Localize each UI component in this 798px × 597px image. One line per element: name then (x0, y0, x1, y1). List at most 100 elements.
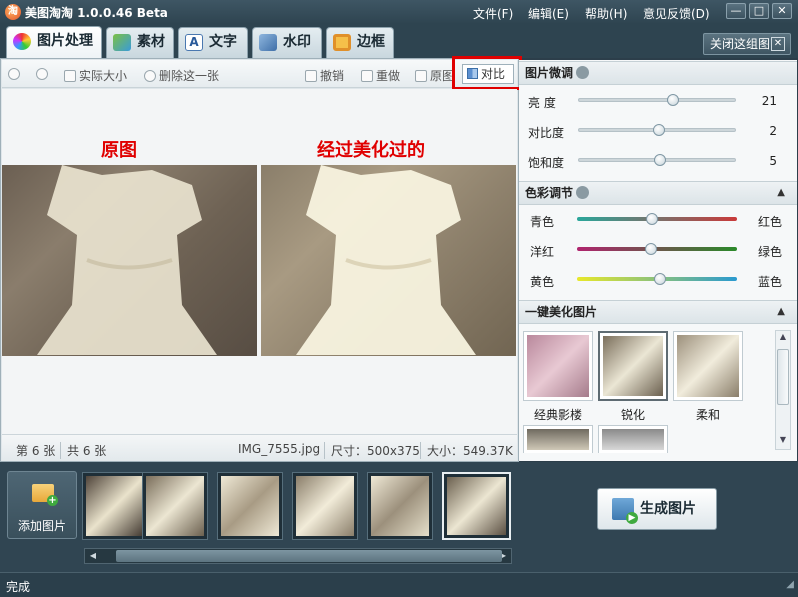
adjust-slider-value: 5 (769, 154, 777, 168)
color-slider-left-label: 青色 (530, 215, 555, 229)
image-index: 第 6 张 (16, 444, 56, 458)
adjust-title: 图片微调 (525, 66, 574, 80)
preset-label: 锐化 (620, 408, 645, 422)
redo-label: 重做 (376, 69, 401, 83)
scroll-thumb[interactable] (777, 349, 789, 405)
close-icon: ✕ (771, 37, 785, 51)
preset-sharpen[interactable] (598, 331, 668, 401)
adjust-slider-knob[interactable] (652, 124, 665, 136)
resize-grip-icon[interactable]: ◢ (786, 579, 794, 590)
actual-size-icon (64, 70, 76, 82)
adjust-slider-label: 饱和度 (528, 156, 565, 170)
reset-icon[interactable] (576, 186, 590, 199)
add-image-button[interactable]: + 添加图片 (7, 471, 77, 539)
image-filesize: 大小：549.37K (420, 442, 513, 459)
undo-button[interactable]: 撤销 (305, 67, 344, 84)
color-slider-knob[interactable] (644, 243, 657, 255)
scroll-down-icon[interactable]: ▼ (777, 435, 789, 449)
original-label: 原图 (430, 69, 455, 83)
adjust-slider-value: 2 (769, 124, 777, 138)
adjust-slider-label: 亮 度 (528, 96, 556, 110)
redo-button[interactable]: 重做 (361, 67, 400, 84)
compare-label: 对比 (481, 67, 506, 81)
original-button[interactable]: 原图 (415, 67, 454, 84)
compare-icon (467, 68, 478, 79)
scroll-left-icon[interactable]: ◀ (87, 550, 99, 562)
app-logo-icon: 淘 (5, 4, 21, 20)
preset-soft[interactable] (673, 331, 743, 401)
close-group-label: 关闭这组图 (710, 37, 771, 51)
preset-label: 经典影楼 (533, 408, 582, 422)
menu-feedback[interactable]: 意见反馈(D) (643, 5, 710, 22)
delete-icon (144, 70, 156, 82)
original-photo (2, 165, 257, 356)
redo-icon (361, 70, 373, 82)
film-thumb-selected[interactable] (442, 472, 511, 540)
maximize-button[interactable]: □ (749, 3, 769, 19)
tab-image-processing[interactable]: 图片处理 (6, 26, 102, 58)
film-thumb[interactable] (367, 472, 433, 540)
minimize-button[interactable]: — (726, 3, 746, 19)
color-slider-track[interactable] (577, 247, 737, 251)
tab-material[interactable]: 素材 (106, 27, 174, 58)
caption-original: 原图 (101, 140, 137, 161)
tab-frame[interactable]: 边框 (326, 27, 394, 58)
preset-classic-studio[interactable] (523, 331, 593, 401)
text-icon: A (185, 34, 203, 51)
collapse-icon[interactable]: ▲ (777, 182, 785, 204)
adjust-slider-knob[interactable] (666, 94, 679, 106)
menu-help[interactable]: 帮助(H) (585, 5, 627, 22)
tab-watermark[interactable]: 水印 (252, 27, 322, 58)
color-slider-left-label: 洋红 (530, 245, 555, 259)
tab-label: 文字 (209, 34, 237, 50)
preset-item[interactable] (523, 425, 593, 453)
color-section-header[interactable]: 色彩调节 ▲ (519, 181, 797, 205)
preset-item[interactable] (598, 425, 668, 453)
actual-size-button[interactable]: 实际大小 (64, 67, 127, 84)
tab-label: 水印 (283, 34, 311, 50)
collapse-icon[interactable]: ▲ (777, 301, 785, 323)
color-slider-right-label: 绿色 (758, 245, 783, 259)
film-thumb[interactable] (292, 472, 358, 540)
presets-section-header[interactable]: 一键美化图片 ▲ (519, 300, 797, 324)
filmstrip-scroll-thumb[interactable] (116, 550, 502, 562)
color-title: 色彩调节 (525, 186, 574, 200)
color-slider-left-label: 黄色 (530, 275, 555, 289)
zoom-out-icon[interactable] (36, 67, 51, 81)
delete-label: 删除这一张 (159, 69, 220, 83)
tab-text[interactable]: A 文字 (178, 27, 248, 58)
status-text: 完成 (6, 580, 31, 594)
frame-icon (333, 34, 351, 51)
generate-label: 生成图片 (640, 501, 696, 517)
scroll-up-icon[interactable]: ▲ (777, 332, 789, 346)
film-thumb[interactable] (82, 472, 148, 540)
title-bar: 淘 美图淘淘 1.0.0.46 Beta 文件(F) 编辑(E) 帮助(H) 意… (0, 0, 798, 24)
preset-label: 柔和 (695, 408, 720, 422)
presets-scrollbar[interactable]: ▲ ▼ (775, 330, 791, 450)
generate-icon: ▶ (612, 498, 638, 524)
color-slider-right-label: 蓝色 (758, 275, 783, 289)
compare-button[interactable]: 对比 (462, 64, 514, 84)
film-thumb[interactable] (142, 472, 208, 540)
zoom-in-icon[interactable] (8, 67, 23, 81)
adjust-section-header[interactable]: 图片微调 (519, 61, 797, 85)
delete-button[interactable]: 删除这一张 (144, 67, 219, 84)
original-icon (415, 70, 427, 82)
film-thumb[interactable] (217, 472, 283, 540)
enhanced-photo (261, 165, 516, 356)
close-window-button[interactable]: ✕ (772, 3, 792, 19)
material-icon (113, 34, 131, 51)
menu-edit[interactable]: 编辑(E) (528, 5, 569, 22)
tab-label: 边框 (357, 34, 385, 50)
app-title: 美图淘淘 1.0.0.46 Beta (25, 6, 168, 20)
reset-icon[interactable] (576, 66, 590, 79)
status-bar: 完成 ◢ (0, 572, 798, 597)
edit-toolbar: 实际大小 删除这一张 撤销 重做 原图 (2, 60, 517, 88)
close-group-button[interactable]: 关闭这组图 ✕ (703, 33, 791, 55)
palette-icon (13, 33, 31, 50)
image-total: 共 6 张 (60, 442, 106, 459)
add-image-label: 添加图片 (17, 519, 66, 533)
adjust-slider-track[interactable] (578, 98, 736, 102)
menu-file[interactable]: 文件(F) (473, 5, 513, 22)
presets-title: 一键美化图片 (525, 305, 598, 319)
